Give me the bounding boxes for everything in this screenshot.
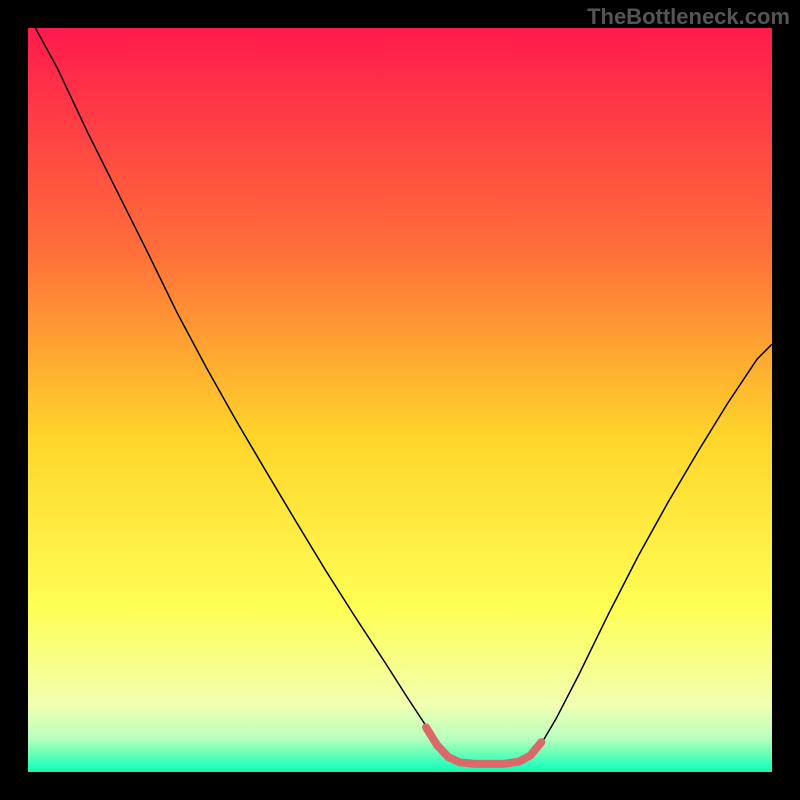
plot-background [28,28,772,772]
watermark-text: TheBottleneck.com [587,4,790,30]
chart-frame: TheBottleneck.com [0,0,800,800]
chart-svg [0,0,800,800]
